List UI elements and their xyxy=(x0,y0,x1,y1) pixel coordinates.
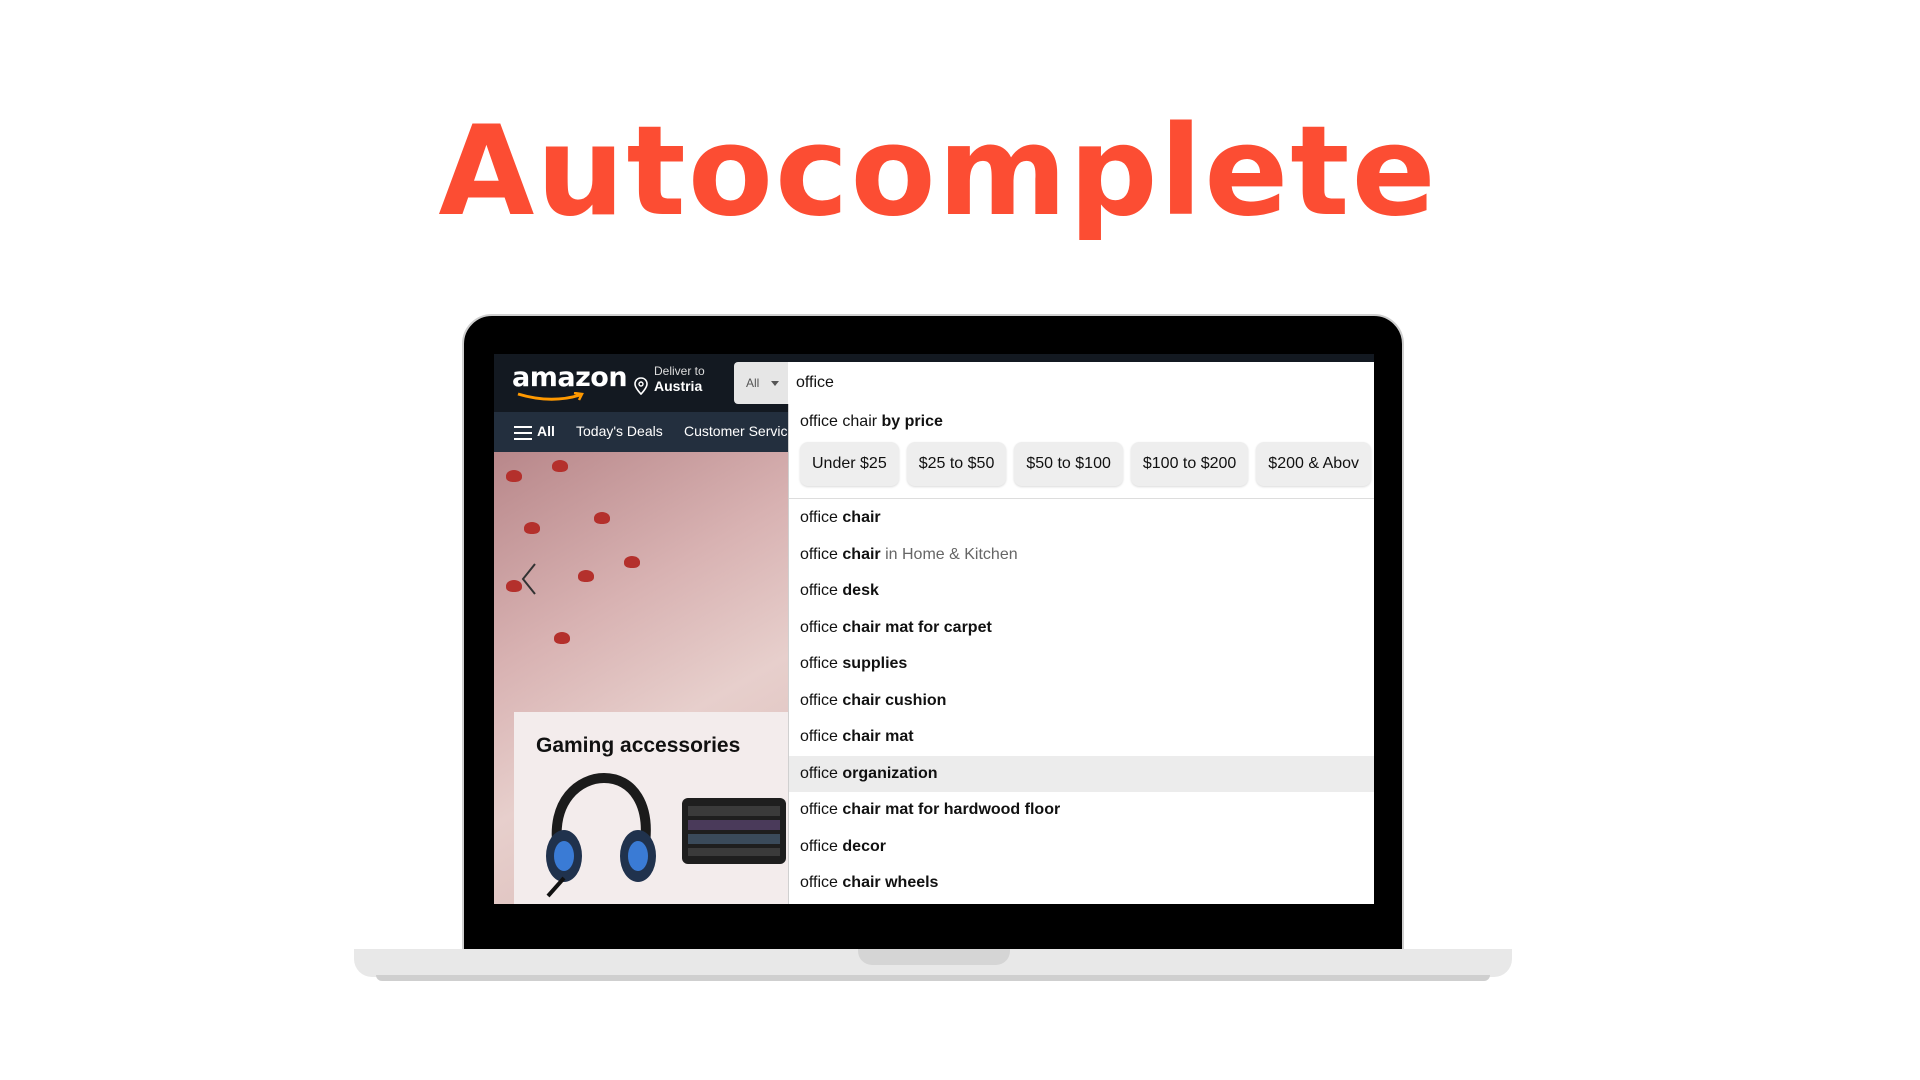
suggestion-item[interactable]: office chair mat xyxy=(789,719,1374,756)
heart-decoration xyxy=(578,570,594,582)
heart-decoration xyxy=(554,632,570,644)
price-chip[interactable]: $25 to $50 xyxy=(906,442,1007,486)
deliver-to-country: Austria xyxy=(654,378,703,394)
suggestion-prefix: office xyxy=(800,801,843,818)
suggestion-item[interactable]: office desk xyxy=(789,573,1374,610)
suggestion-department: in Home & Kitchen xyxy=(880,545,1018,563)
suggestion-prefix: office xyxy=(800,582,843,599)
suggestion-item[interactable]: office chair cushion xyxy=(789,683,1374,720)
price-suggestion-prefix: office chair xyxy=(800,413,882,430)
heart-decoration xyxy=(624,556,640,568)
search-category-label: All xyxy=(746,376,760,390)
suggestion-prefix: office xyxy=(800,837,843,855)
nav-todays-deals[interactable]: Today's Deals xyxy=(576,423,663,439)
heart-decoration xyxy=(552,460,568,472)
suggestion-list: office chair office chair in Home & Kitc… xyxy=(789,500,1374,902)
price-chip[interactable]: Under $25 xyxy=(800,442,899,486)
hero-banner[interactable]: Gaming accessories xyxy=(494,452,788,904)
search-category-select[interactable]: All xyxy=(734,362,788,404)
suggestion-suffix: chair xyxy=(842,509,881,526)
suggestion-suffix: organization xyxy=(842,764,938,782)
suggestion-item[interactable]: office chair xyxy=(789,500,1374,537)
price-chip[interactable]: $50 to $100 xyxy=(1014,442,1123,486)
hamburger-menu-icon[interactable] xyxy=(514,426,532,440)
suggestion-suffix: chair mat for carpet xyxy=(842,618,992,636)
suggestion-item[interactable]: office chair mat for hardwood floor xyxy=(789,792,1374,829)
headline: Autocomplete xyxy=(438,100,1438,244)
caret-down-icon xyxy=(771,381,779,386)
dropdown-divider xyxy=(789,498,1374,499)
price-suggestion-header[interactable]: office chair by price xyxy=(800,413,943,431)
suggestion-prefix: office xyxy=(800,618,843,636)
suggestion-prefix: office xyxy=(800,545,843,563)
heart-decoration xyxy=(594,512,610,524)
autocomplete-dropdown: office chair by price Under $25 $25 to $5… xyxy=(788,404,1374,904)
heart-decoration xyxy=(524,522,540,534)
suggestion-prefix: office xyxy=(800,728,843,745)
suggestion-item[interactable]: office chair wheels xyxy=(789,865,1374,902)
suggestion-item[interactable]: office chair in Home & Kitchen xyxy=(789,537,1374,574)
deliver-to-label: Deliver to xyxy=(654,364,705,378)
amazon-smile-icon xyxy=(517,392,584,401)
suggestion-item[interactable]: office chair mat for carpet xyxy=(789,610,1374,647)
laptop-base-shadow xyxy=(376,975,1490,981)
price-chip-row: Under $25 $25 to $50 $50 to $100 $100 to $2… xyxy=(800,442,1374,486)
heart-decoration xyxy=(506,470,522,482)
gaming-accessories-card[interactable]: Gaming accessories xyxy=(514,712,788,904)
suggestion-prefix: office xyxy=(800,764,843,782)
price-suggestion-suffix: by price xyxy=(881,413,943,430)
search-input[interactable] xyxy=(788,362,1374,404)
suggestion-prefix: office xyxy=(800,691,843,709)
suggestion-prefix: office xyxy=(800,874,843,891)
suggestion-suffix: chair xyxy=(842,545,881,563)
card-title: Gaming accessories xyxy=(536,734,741,757)
suggestion-suffix: chair wheels xyxy=(842,874,939,891)
chevron-left-icon[interactable] xyxy=(520,562,538,596)
price-chip[interactable]: $100 to $200 xyxy=(1130,442,1249,486)
laptop-notch xyxy=(858,949,1010,965)
suggestion-item[interactable]: office decor xyxy=(789,829,1374,866)
suggestion-item[interactable]: office supplies xyxy=(789,646,1374,683)
laptop-screen: amazon Deliver to Austria All All Today'… xyxy=(494,354,1374,904)
suggestion-suffix: desk xyxy=(842,582,879,599)
suggestion-suffix: supplies xyxy=(842,655,908,672)
keyboard-image xyxy=(682,798,786,864)
suggestion-suffix: chair mat xyxy=(842,728,914,745)
headset-image xyxy=(546,772,656,898)
suggestion-prefix: office xyxy=(800,655,843,672)
location-pin-icon xyxy=(634,377,648,395)
suggestion-prefix: office xyxy=(800,509,843,526)
suggestion-suffix: chair mat for hardwood floor xyxy=(842,801,1061,818)
suggestion-item-highlighted[interactable]: office organization xyxy=(789,755,1374,792)
nav-customer-service[interactable]: Customer Servic xyxy=(684,423,787,439)
amazon-logo[interactable]: amazon xyxy=(512,362,628,393)
nav-all[interactable]: All xyxy=(537,423,555,439)
price-chip[interactable]: $200 & Abov xyxy=(1256,442,1372,486)
suggestion-suffix: decor xyxy=(842,837,886,855)
suggestion-suffix: chair cushion xyxy=(842,691,947,709)
